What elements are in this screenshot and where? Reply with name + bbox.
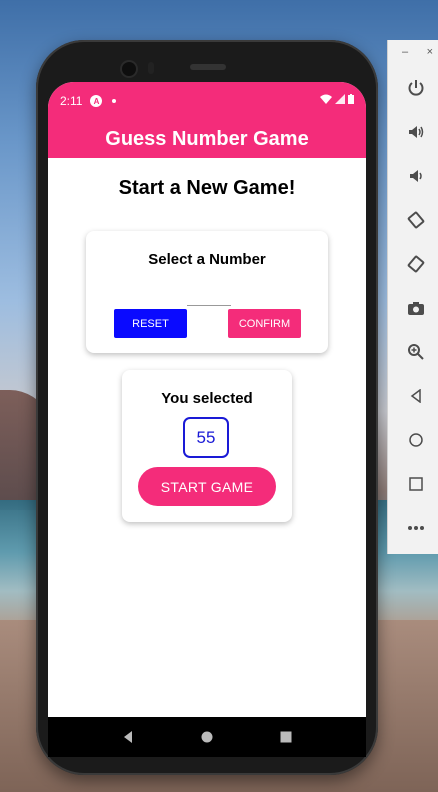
nav-home-icon[interactable]: [192, 722, 222, 752]
proximity-sensor: [148, 62, 154, 74]
home-icon[interactable]: [405, 429, 427, 451]
select-number-label: Select a Number: [148, 251, 266, 268]
zoom-icon[interactable]: [405, 341, 427, 363]
select-number-card: Select a Number RESET CONFIRM: [86, 231, 328, 353]
react-app-icon: A: [90, 95, 103, 107]
front-camera: [122, 62, 136, 76]
start-game-screen: Start a New Game! Select a Number RESET …: [48, 177, 366, 718]
selected-number-display: 55: [183, 417, 229, 458]
camera-icon[interactable]: [405, 297, 427, 319]
emulator-window-controls: – ×: [388, 40, 438, 58]
confirm-button[interactable]: CONFIRM: [228, 309, 301, 338]
back-icon[interactable]: [405, 385, 427, 407]
more-icon[interactable]: [405, 517, 427, 539]
nav-recents-icon[interactable]: [271, 722, 301, 752]
number-input[interactable]: [187, 289, 231, 306]
volume-down-icon[interactable]: [405, 165, 427, 187]
rotate-right-icon[interactable]: [405, 253, 427, 275]
minimize-icon[interactable]: –: [402, 46, 408, 58]
reset-button[interactable]: RESET: [114, 309, 187, 338]
status-icons: [320, 94, 354, 104]
overview-icon[interactable]: [405, 473, 427, 495]
app-header: Guess Number Game: [48, 120, 366, 158]
selected-number-card: You selected 55 START GAME: [122, 370, 292, 522]
status-bar: 2:11 A: [48, 82, 366, 120]
app-title: Guess Number Game: [105, 127, 309, 150]
you-selected-label: You selected: [161, 390, 253, 407]
power-icon[interactable]: [405, 77, 427, 99]
start-game-button[interactable]: START GAME: [138, 467, 276, 506]
android-nav-bar: [48, 717, 366, 757]
nav-back-icon[interactable]: [113, 722, 143, 752]
battery-icon: [348, 94, 354, 104]
notification-dot-icon: [112, 99, 117, 103]
status-time: 2:11: [60, 94, 83, 108]
earpiece-speaker: [190, 64, 226, 70]
emulator-side-panel: – ×: [387, 40, 438, 554]
signal-icon: [335, 94, 345, 104]
rotate-left-icon[interactable]: [405, 209, 427, 231]
phone-screen: 2:11 A Guess Number Game Start a New Gam…: [48, 82, 366, 718]
volume-up-icon[interactable]: [405, 121, 427, 143]
wifi-icon: [320, 94, 332, 104]
close-icon[interactable]: ×: [427, 46, 433, 58]
page-title: Start a New Game!: [118, 177, 296, 199]
